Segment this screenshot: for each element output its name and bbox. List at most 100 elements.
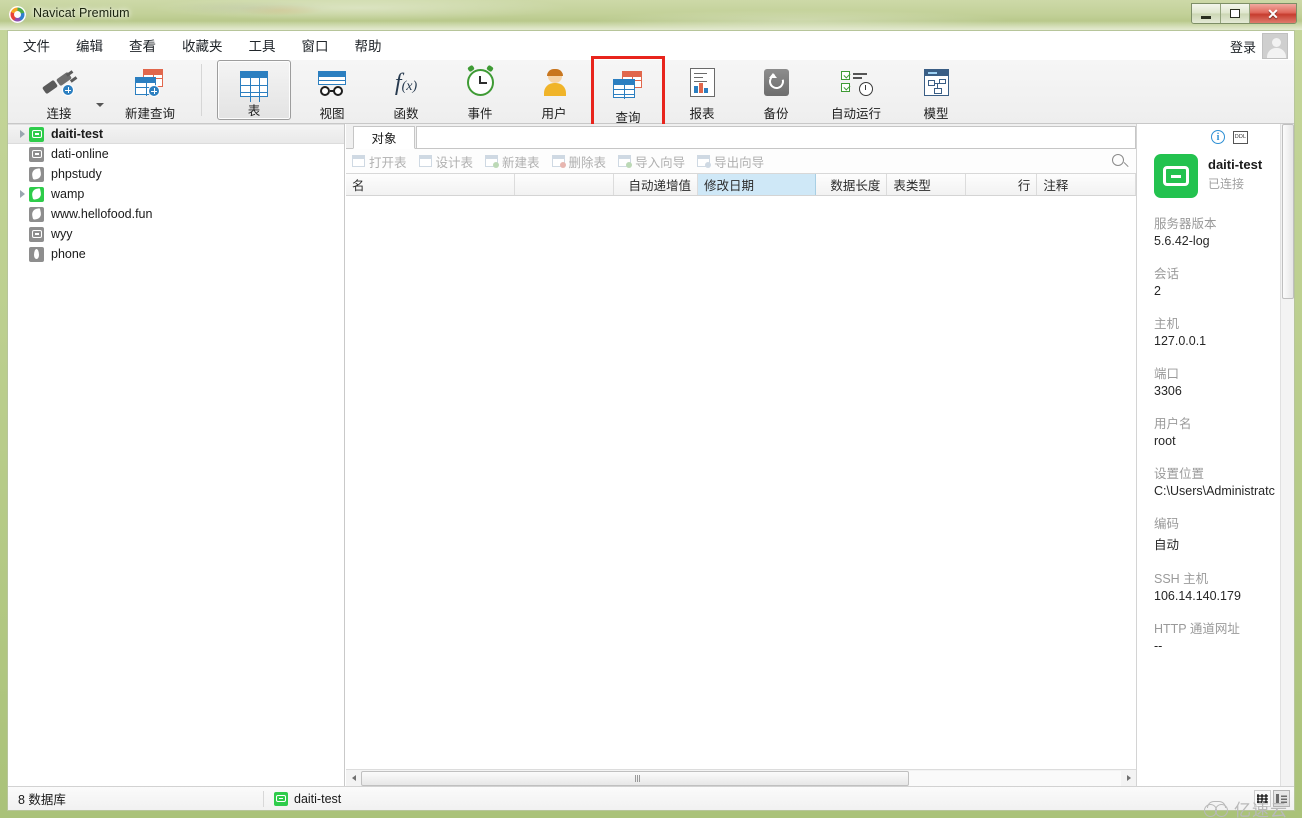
connection-info-panel: i DDL daiti-test 已连接 服务器版本 5.6.42-log 会话 (1136, 124, 1294, 786)
scroll-right-arrow-icon[interactable] (1121, 771, 1136, 786)
expand-arrow-icon[interactable] (16, 128, 29, 141)
menu-item-view[interactable]: 查看 (118, 32, 167, 58)
tree-item-hellofood[interactable]: www.hellofood.fun (8, 204, 344, 224)
event-clock-icon (459, 64, 501, 98)
toolbar-button-query[interactable]: 查询 (591, 56, 665, 128)
menu-item-tools[interactable]: 工具 (238, 32, 287, 58)
tree-item-daiti-test[interactable]: daiti-test (8, 124, 344, 144)
connection-name: daiti-test (1208, 157, 1263, 172)
report-chart-icon (681, 66, 723, 98)
tree-item-label: wyy (51, 227, 73, 241)
login-area: 登录 (1230, 33, 1288, 59)
login-link[interactable]: 登录 (1230, 37, 1256, 56)
table-grid-icon (233, 67, 275, 102)
scrollbar-thumb[interactable] (361, 771, 909, 786)
action-new-table[interactable]: 新建表 (479, 152, 546, 171)
field-value: root (1154, 434, 1176, 448)
field-key: 会话 (1154, 267, 1180, 281)
column-header-blank[interactable] (515, 174, 615, 195)
query-icon (607, 68, 649, 102)
design-table-icon (418, 155, 432, 167)
toolbar-button-function[interactable]: f(x) 函数 (369, 60, 443, 122)
tree-item-wyy[interactable]: wyy (8, 224, 344, 244)
user-avatar-icon[interactable] (1262, 33, 1288, 59)
tree-item-label: phone (51, 247, 86, 261)
action-label: 设计表 (435, 155, 474, 170)
tab-objects[interactable]: 对象 (353, 126, 415, 149)
expand-placeholder (16, 248, 29, 261)
search-icon[interactable] (1112, 154, 1124, 166)
function-fx-icon: f(x) (394, 70, 418, 96)
info-field-host: 主机 127.0.0.1 (1137, 313, 1294, 348)
mariadb-connection-connected-icon (29, 186, 44, 202)
info-panel-vertical-scrollbar[interactable] (1280, 124, 1294, 786)
new-query-icon (129, 66, 171, 98)
info-field-encoding: 编码 自动 (1137, 513, 1294, 553)
object-list-horizontal-scrollbar[interactable] (346, 769, 1136, 786)
field-value: -- (1154, 639, 1163, 653)
client-area: 文件 编辑 查看 收藏夹 工具 窗口 帮助 登录 连接 新建查询 表 视图 f(… (7, 30, 1295, 811)
toolbar-button-report[interactable]: 报表 (665, 60, 739, 122)
main-toolbar: 连接 新建查询 表 视图 f(x) 函数 事件 用户 查询 报表 备份 自动运行… (8, 56, 1294, 128)
tree-item-dati-online[interactable]: dati-online (8, 144, 344, 164)
tree-item-phpstudy[interactable]: phpstudy (8, 164, 344, 184)
info-field-port: 端口 3306 (1137, 363, 1294, 398)
column-header-rows[interactable]: 行 (966, 174, 1038, 195)
info-scrollbar-thumb[interactable] (1282, 124, 1294, 299)
column-header-modify-date[interactable]: 修改日期 (697, 174, 817, 195)
new-table-icon (485, 155, 500, 168)
scroll-left-arrow-icon[interactable] (346, 771, 361, 786)
menu-item-window[interactable]: 窗口 (291, 32, 340, 58)
connection-state: 已连接 (1208, 177, 1245, 191)
toolbar-button-automation[interactable]: 自动运行 (813, 60, 899, 122)
menu-item-help[interactable]: 帮助 (344, 32, 393, 58)
toolbar-button-model[interactable]: 模型 (899, 60, 973, 122)
navicat-logo-icon (9, 6, 26, 23)
window-controls: ✕ (1191, 3, 1297, 24)
column-header-comment[interactable]: 注释 (1037, 174, 1136, 195)
toolbar-button-event[interactable]: 事件 (443, 60, 517, 122)
object-list-body[interactable] (346, 197, 1136, 764)
menu-item-favorites[interactable]: 收藏夹 (171, 32, 234, 58)
toolbar-button-view[interactable]: 视图 (295, 60, 369, 122)
menu-item-file[interactable]: 文件 (12, 32, 61, 58)
export-wizard-icon (697, 155, 712, 168)
scrollbar-track[interactable] (361, 771, 1121, 786)
toolbar-button-backup[interactable]: 备份 (739, 60, 813, 122)
action-design-table[interactable]: 设计表 (413, 152, 480, 171)
toolbar-label-new-query: 新建查询 (124, 107, 175, 121)
column-header-table-type[interactable]: 表类型 (887, 174, 967, 195)
column-header-auto-increment[interactable]: 自动递增值 (614, 174, 698, 195)
tree-item-wamp[interactable]: wamp (8, 184, 344, 204)
field-value: 自动 (1154, 538, 1180, 552)
minimize-icon[interactable] (1192, 4, 1221, 23)
toolbar-button-new-query[interactable]: 新建查询 (104, 60, 196, 122)
ddl-tab-button[interactable]: DDL (1233, 130, 1248, 144)
toolbar-button-user[interactable]: 用户 (517, 60, 591, 122)
info-circle-icon[interactable]: i (1211, 130, 1225, 144)
action-export-wizard[interactable]: 导出向导 (691, 152, 770, 171)
toolbar-button-table[interactable]: 表 (217, 60, 291, 120)
menu-item-edit[interactable]: 编辑 (65, 32, 114, 58)
expand-placeholder (16, 148, 29, 161)
tree-item-label: phpstudy (51, 167, 102, 181)
tree-item-phone[interactable]: phone (8, 244, 344, 264)
action-open-table[interactable]: 打开表 (346, 152, 413, 171)
connection-tree[interactable]: daiti-test dati-online phpstudy wamp www… (8, 124, 345, 786)
maximize-icon[interactable] (1221, 4, 1250, 23)
connection-dropdown-arrow-icon[interactable] (96, 102, 104, 107)
toolbar-label-table: 表 (247, 104, 261, 118)
action-import-wizard[interactable]: 导入向导 (612, 152, 691, 171)
column-header-name[interactable]: 名 (346, 174, 516, 195)
toolbar-label-event: 事件 (467, 107, 493, 121)
expand-arrow-icon[interactable] (16, 188, 29, 201)
view-glasses-icon (311, 66, 353, 98)
action-delete-table[interactable]: 删除表 (546, 152, 613, 171)
column-header-data-length[interactable]: 数据长度 (816, 174, 888, 195)
toolbar-button-connection[interactable]: 连接 (22, 60, 96, 122)
field-value: C:\Users\Administratc (1154, 484, 1275, 498)
watermark: 亿速云 (1204, 796, 1288, 818)
expand-placeholder (16, 168, 29, 181)
action-label: 导入向导 (635, 155, 686, 170)
close-icon[interactable]: ✕ (1250, 4, 1296, 23)
